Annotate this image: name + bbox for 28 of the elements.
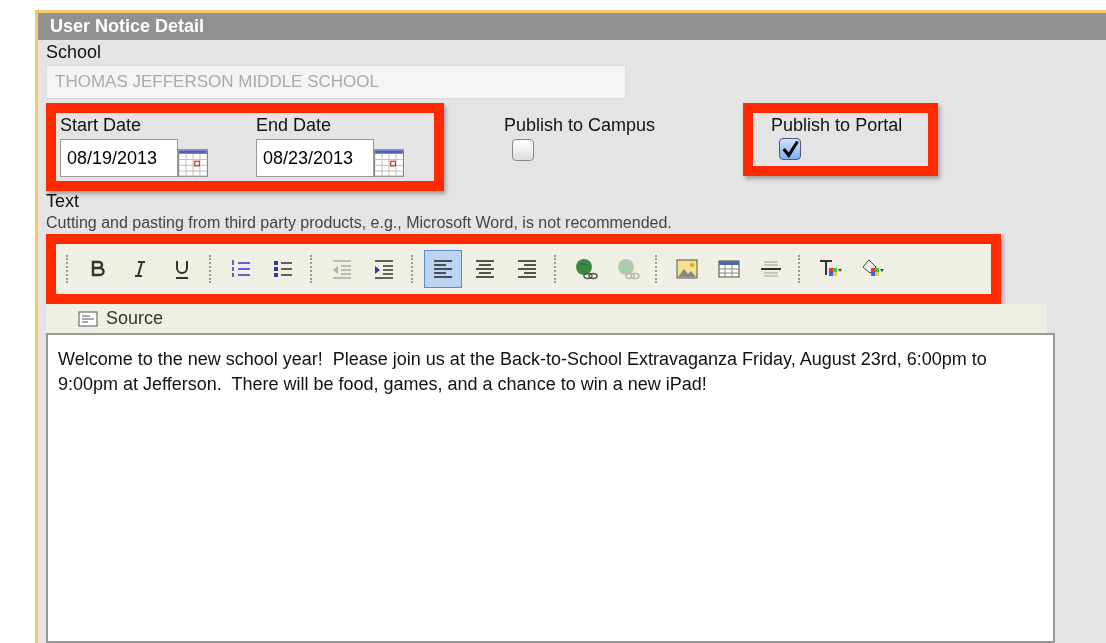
- text-editor[interactable]: Welcome to the new school year! Please join us at the Back-to-School Extravaganza Friday, August 23rd, 6:00pm to 9:00pm at Jefferson. There will be food, games, and a chance to win a new iPad!: [46, 333, 1055, 643]
- notice-text: Cutting and pasting from third party products, e.g., Microsoft Word, is not recommended.: [46, 214, 673, 232]
- outdent-icon: [330, 257, 354, 281]
- checkbox[interactable]: [512, 139, 534, 161]
- align-left-icon: [431, 257, 455, 281]
- calendar-icon[interactable]: [374, 149, 404, 177]
- image-icon: [675, 257, 699, 281]
- date-field[interactable]: 08/23/2013: [256, 139, 374, 177]
- align-center-icon: [473, 257, 497, 281]
- checkbox[interactable]: [779, 138, 802, 160]
- text-label: Text: [46, 191, 79, 212]
- align-right-icon: [515, 257, 539, 281]
- panel-header: User Notice Detail: [38, 13, 1106, 40]
- editor-text: Welcome to the new school year! Please join us at the Back-to-School Extravaganza Friday, August 23rd, 6:00pm to 9:00pm at Jefferson. There will be food, games, and a chance to win a new iPad!: [58, 348, 988, 397]
- unlink-icon: [616, 257, 640, 281]
- checkbox-label: Publish to Portal: [771, 115, 903, 136]
- date-label: Start Date: [60, 115, 142, 136]
- link-icon: [574, 257, 598, 281]
- date-field[interactable]: 08/19/2013: [60, 139, 178, 177]
- indent-icon: [372, 257, 396, 281]
- align-left-button[interactable]: [424, 250, 462, 288]
- school-label: School: [46, 42, 102, 63]
- checkbox-label: Publish to Campus: [504, 115, 656, 136]
- table-icon: [717, 257, 741, 281]
- source-button[interactable]: Source: [76, 306, 166, 331]
- calendar-icon[interactable]: [178, 149, 208, 177]
- document-icon: [78, 310, 98, 327]
- date-label: End Date: [256, 115, 332, 136]
